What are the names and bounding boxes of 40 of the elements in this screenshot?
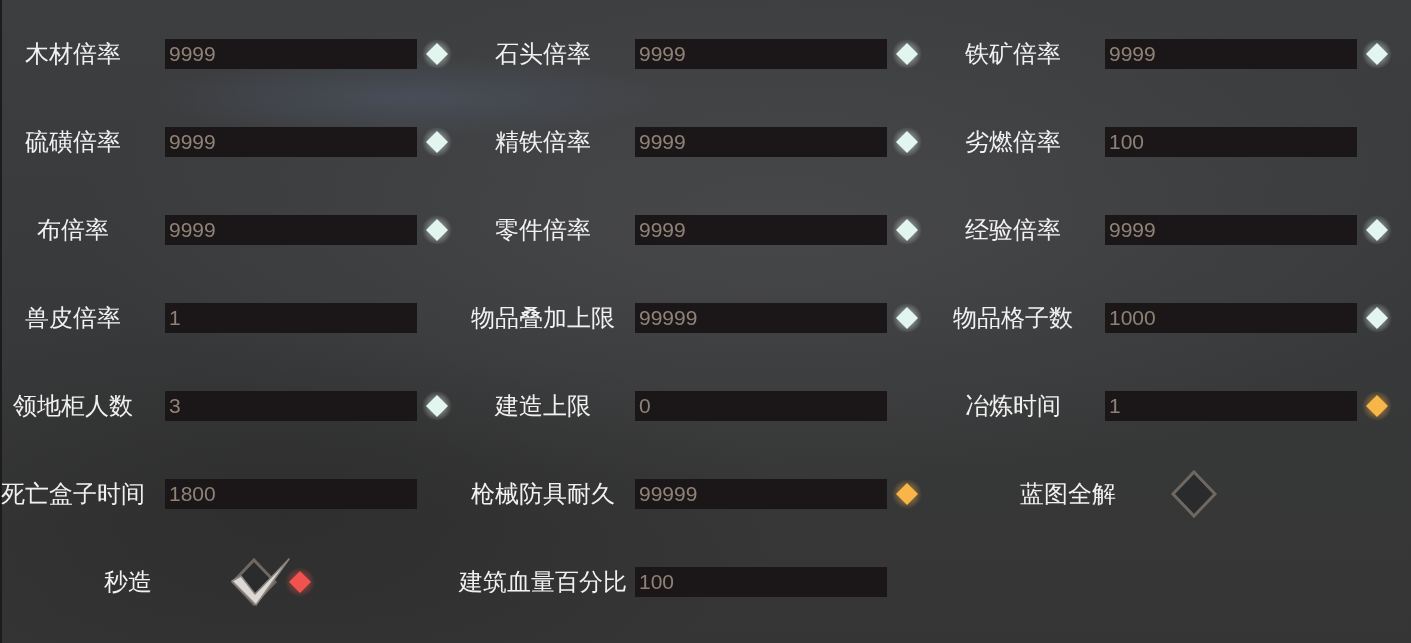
input-field[interactable]: 1 xyxy=(165,303,417,333)
input-field[interactable]: 9999 xyxy=(165,215,417,245)
input-field[interactable]: 9999 xyxy=(1105,39,1357,69)
input-field[interactable]: 9999 xyxy=(635,215,887,245)
input-field[interactable]: 9999 xyxy=(635,39,887,69)
input-field[interactable]: 9999 xyxy=(1105,215,1357,245)
setting-label: 零件倍率 xyxy=(495,215,591,245)
setting-label: 建造上限 xyxy=(495,391,591,421)
checkbox[interactable] xyxy=(1170,469,1218,519)
input-field[interactable]: 3 xyxy=(165,391,417,421)
input-field[interactable]: 9999 xyxy=(635,127,887,157)
setting-label: 经验倍率 xyxy=(965,215,1061,245)
setting-label: 铁矿倍率 xyxy=(965,39,1061,69)
setting-label: 死亡盒子时间 xyxy=(1,479,145,509)
setting-label: 布倍率 xyxy=(37,215,109,245)
setting-label: 精铁倍率 xyxy=(495,127,591,157)
input-field[interactable]: 9999 xyxy=(165,39,417,69)
input-field[interactable]: 99999 xyxy=(635,303,887,333)
input-field[interactable]: 9999 xyxy=(165,127,417,157)
setting-label: 冶炼时间 xyxy=(965,391,1061,421)
setting-label: 劣燃倍率 xyxy=(965,127,1061,157)
input-field[interactable]: 99999 xyxy=(635,479,887,509)
setting-label: 兽皮倍率 xyxy=(25,303,121,333)
setting-label: 领地柜人数 xyxy=(13,391,133,421)
checkbox[interactable] xyxy=(230,557,290,607)
setting-label: 建筑血量百分比 xyxy=(459,567,627,597)
setting-label: 物品格子数 xyxy=(953,303,1073,333)
setting-label: 石头倍率 xyxy=(495,39,591,69)
input-field[interactable]: 100 xyxy=(1105,127,1357,157)
setting-label: 木材倍率 xyxy=(25,39,121,69)
setting-label: 硫磺倍率 xyxy=(25,127,121,157)
input-field[interactable]: 0 xyxy=(635,391,887,421)
setting-label: 秒造 xyxy=(104,567,152,597)
input-field[interactable]: 1000 xyxy=(1105,303,1357,333)
setting-label: 枪械防具耐久 xyxy=(471,479,615,509)
input-field[interactable]: 100 xyxy=(635,567,887,597)
setting-label: 蓝图全解 xyxy=(1020,479,1116,509)
setting-label: 物品叠加上限 xyxy=(471,303,615,333)
input-field[interactable]: 1800 xyxy=(165,479,417,509)
input-field[interactable]: 1 xyxy=(1105,391,1357,421)
